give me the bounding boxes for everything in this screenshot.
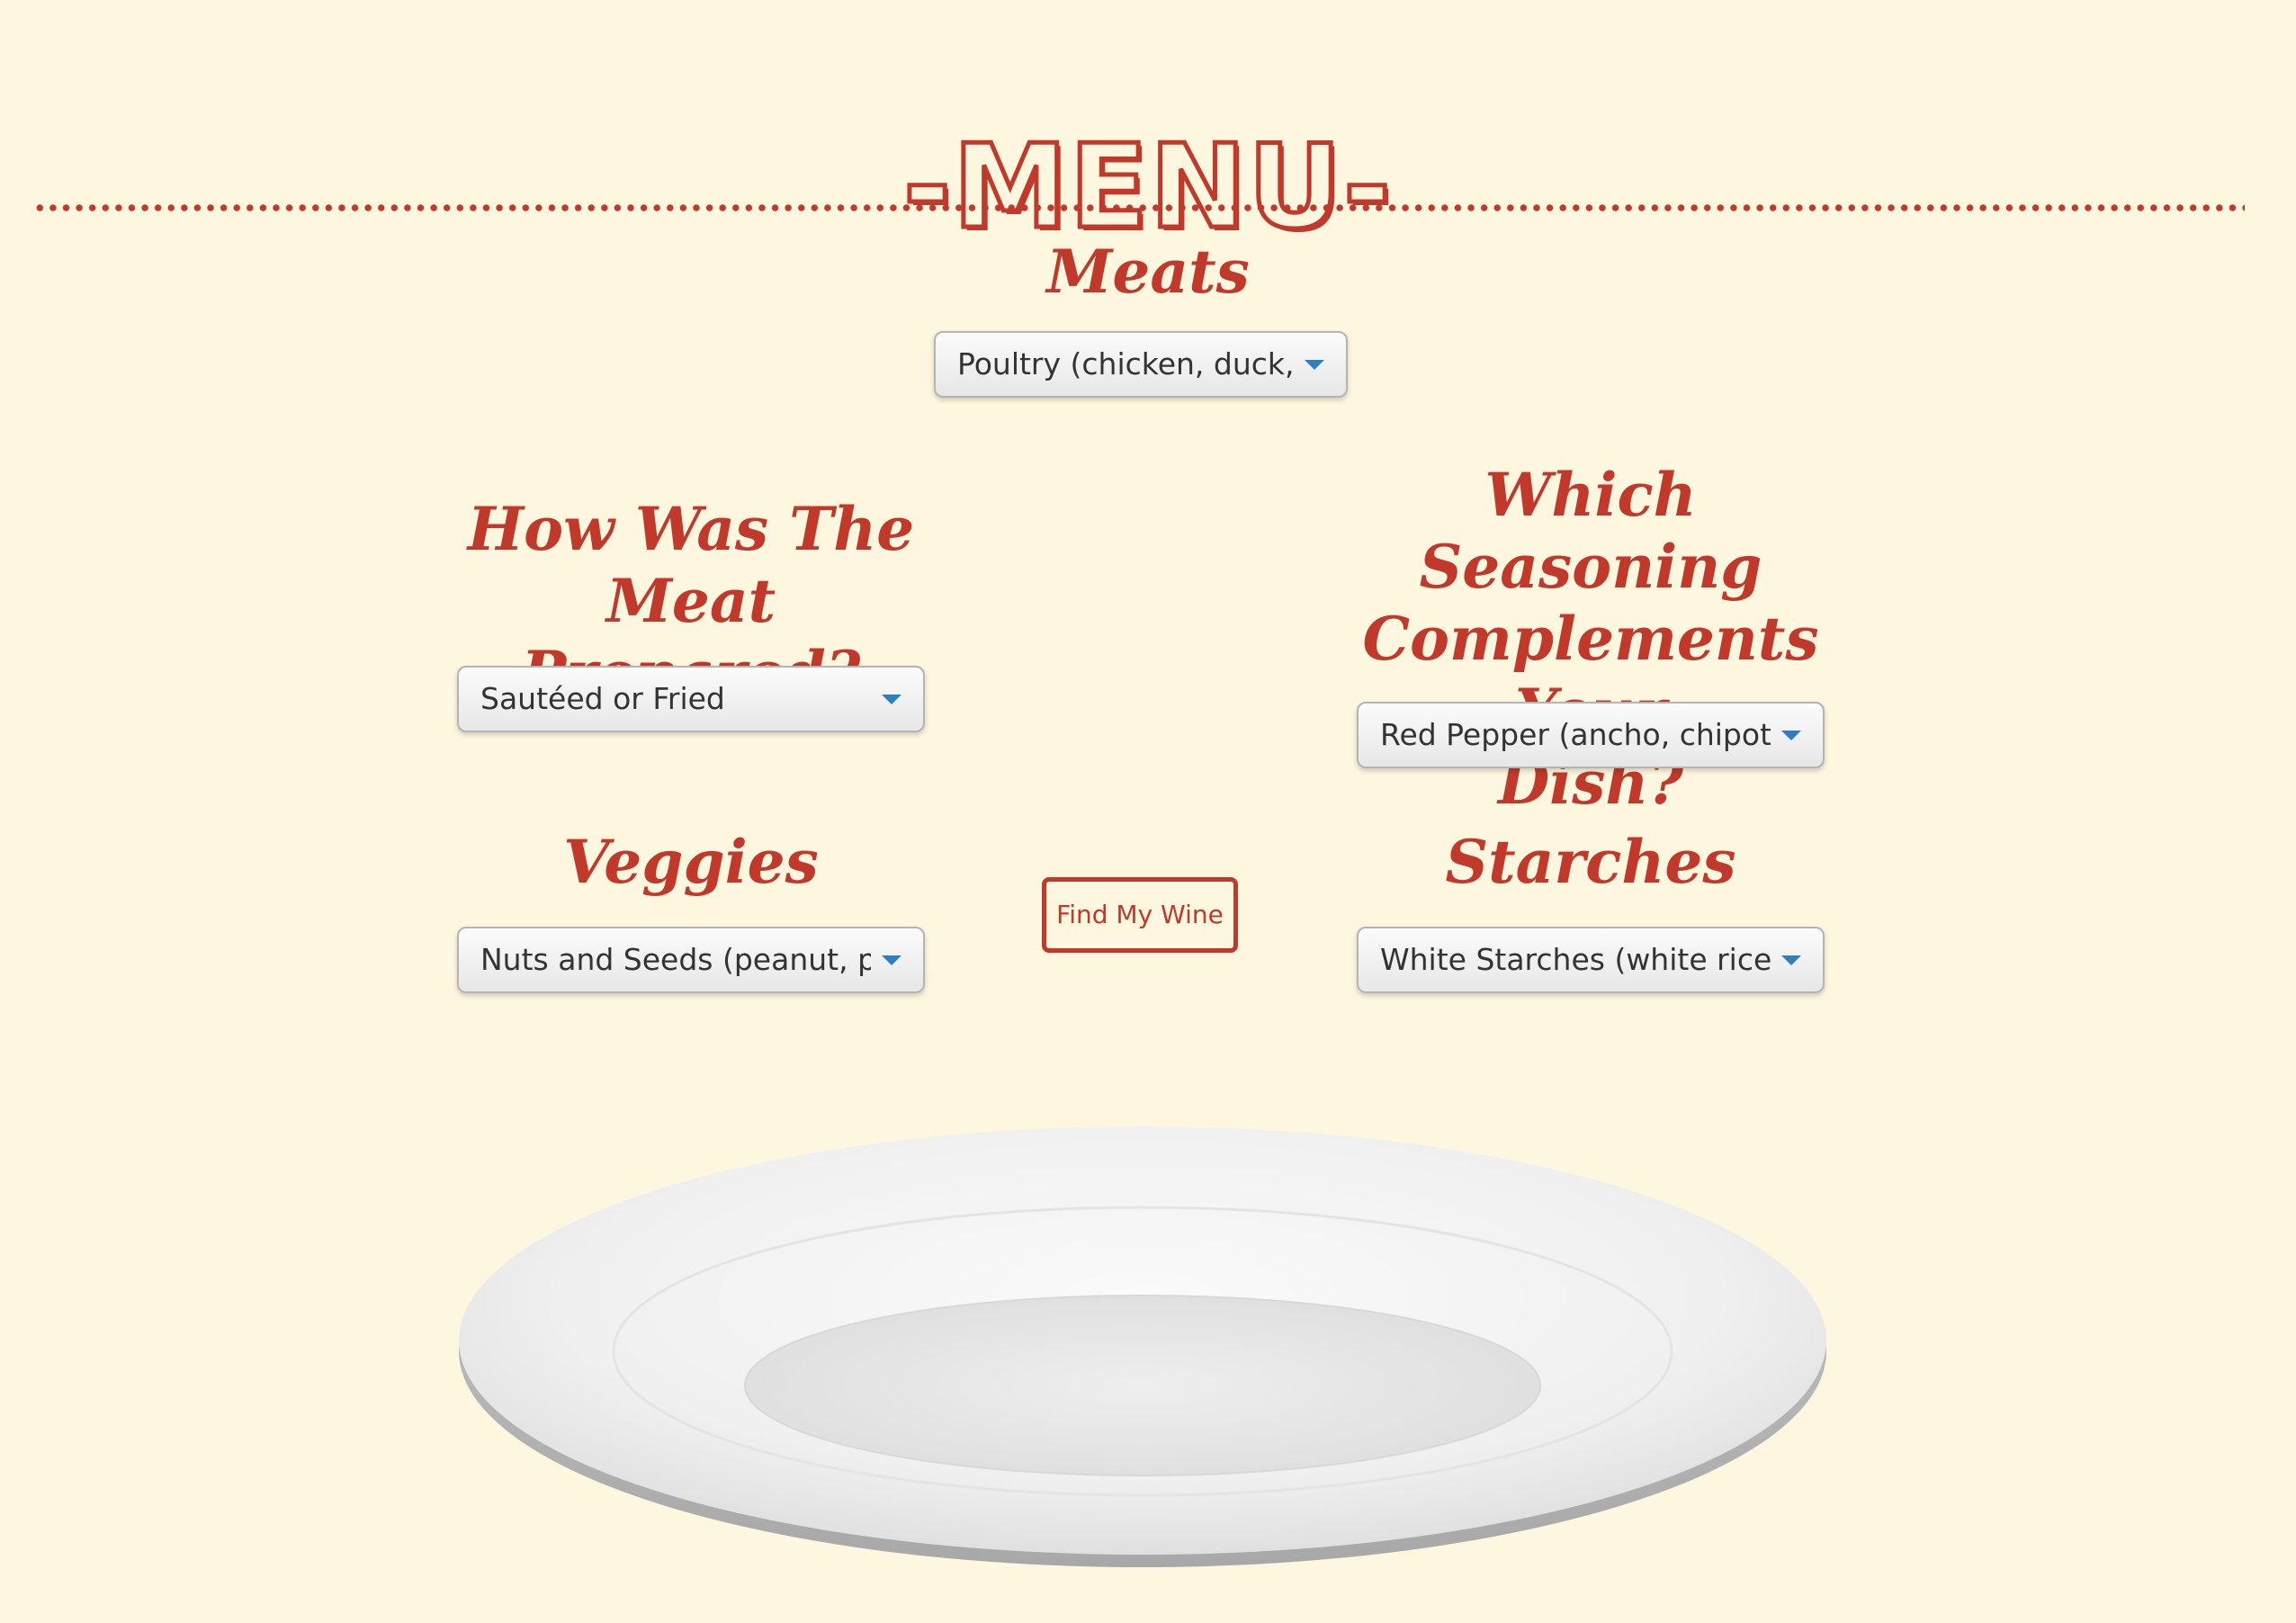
preparation-select-value: Sautéed or Fried xyxy=(480,681,725,716)
starches-heading: Starches xyxy=(1445,827,1736,897)
veggies-select-value: Nuts and Seeds (peanut, pecan) xyxy=(480,942,871,977)
chevron-down-icon xyxy=(1781,731,1801,740)
seasoning-select-value: Red Pepper (ancho, chipotle, cayenne) xyxy=(1380,717,1771,752)
starches-select-value: White Starches (white rice, pasta) xyxy=(1380,942,1771,977)
plate-well xyxy=(744,1295,1541,1476)
find-my-wine-button[interactable]: Find My Wine xyxy=(1042,877,1238,953)
dotted-divider xyxy=(33,203,2245,212)
chevron-down-icon xyxy=(882,695,901,704)
meats-select[interactable]: Poultry (chicken, duck, turkey) xyxy=(934,331,1348,398)
preparation-heading-line1: How Was The Meat xyxy=(467,494,915,636)
chevron-down-icon xyxy=(882,955,901,965)
seasoning-select[interactable]: Red Pepper (ancho, chipotle, cayenne) xyxy=(1357,702,1825,768)
veggies-heading: Veggies xyxy=(563,827,819,897)
meats-select-value: Poultry (chicken, duck, turkey) xyxy=(957,346,1294,381)
veggies-select[interactable]: Nuts and Seeds (peanut, pecan) xyxy=(457,927,925,993)
meats-heading: Meats xyxy=(1046,237,1250,307)
chevron-down-icon xyxy=(1781,955,1801,965)
plate-illustration xyxy=(459,1126,1826,1567)
preparation-select[interactable]: Sautéed or Fried xyxy=(457,666,925,732)
seasoning-heading-line1: Which Seasoning xyxy=(1419,460,1762,602)
starches-select[interactable]: White Starches (white rice, pasta) xyxy=(1357,927,1825,993)
chevron-down-icon xyxy=(1305,360,1324,370)
